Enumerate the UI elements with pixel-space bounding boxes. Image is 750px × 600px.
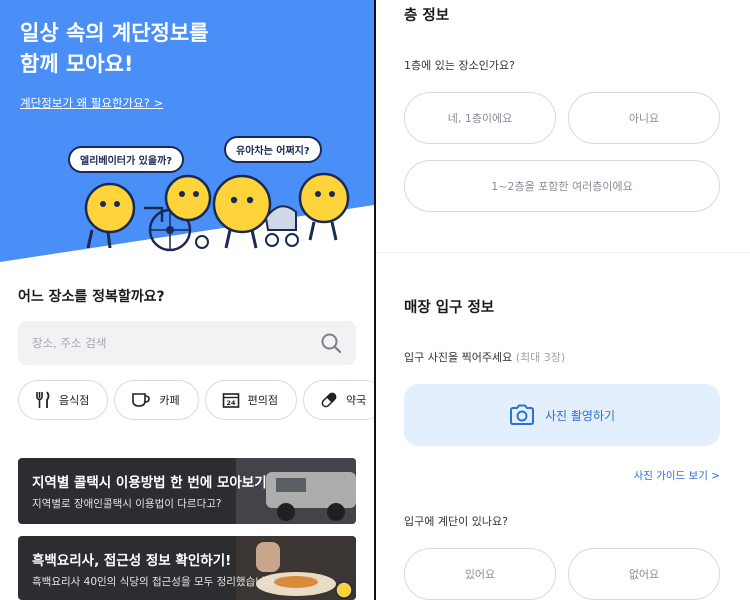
photo-limit-hint: (최대 3장) xyxy=(515,351,566,364)
entrance-info-heading: 매장 입구 정보 xyxy=(404,300,495,316)
floor-question: 1층에 있는 장소인가요? xyxy=(404,59,515,72)
option-has-stairs[interactable]: 있어요 xyxy=(404,548,556,600)
hero-title-line1: 일상 속의 계단정보를 xyxy=(20,21,209,45)
option-yes-first-floor[interactable]: 네, 1층이에요 xyxy=(404,92,556,144)
banner-title: 지역별 콜택시 이용방법 한 번에 모아보기 xyxy=(32,475,267,491)
main-screen: 일상 속의 계단정보를 함께 모아요! 계단정보가 왜 필요한가요? > 엘리베… xyxy=(0,0,374,600)
option-multi-floor[interactable]: 1~2층을 포함한 여러층이에요 xyxy=(404,160,720,212)
take-photo-button[interactable]: 사진 촬영하기 xyxy=(404,384,720,446)
convenience-store-icon: 24 xyxy=(222,393,239,408)
take-photo-label: 사진 촬영하기 xyxy=(544,408,616,423)
mascot-illustration xyxy=(84,172,350,252)
why-stairs-info-link[interactable]: 계단정보가 왜 필요한가요? > xyxy=(20,95,163,111)
search-input[interactable] xyxy=(32,321,312,365)
chip-label: 카페 xyxy=(159,394,180,407)
hero-title: 일상 속의 계단정보를 함께 모아요! xyxy=(20,18,209,80)
place-search-heading: 어느 장소를 정복할까요? xyxy=(18,289,165,305)
photo-guide-link[interactable]: 사진 가이드 보기 > xyxy=(634,468,720,483)
fork-knife-icon xyxy=(36,391,50,408)
floor-info-heading: 층 정보 xyxy=(404,8,450,24)
section-divider xyxy=(376,252,750,253)
svg-text:24: 24 xyxy=(226,399,236,407)
option-no[interactable]: 아니요 xyxy=(568,92,720,144)
option-no-stairs[interactable]: 없어요 xyxy=(568,548,720,600)
banner-photo xyxy=(236,536,356,600)
banner-subtitle: 흑백요리사 40인의 식당의 접근성을 모두 정리했습니다 xyxy=(32,576,275,588)
banner-calltaxi[interactable]: 지역별 콜택시 이용방법 한 번에 모아보기 지역별로 장애인콜택시 이용법이 … xyxy=(18,458,356,524)
chip-restaurant[interactable]: 음식점 xyxy=(18,380,109,420)
chip-label: 음식점 xyxy=(59,394,90,407)
chip-convenience-store[interactable]: 24 편의점 xyxy=(204,380,297,420)
speech-bubble-stroller: 유아차는 어쩌지? xyxy=(224,136,322,163)
banner-title: 흑백요리사, 접근성 정보 확인하기! xyxy=(32,553,232,569)
stairs-question: 입구에 계단이 있나요? xyxy=(404,515,508,528)
register-place-screen: 층 정보 1층에 있는 장소인가요? 네, 1층이에요 아니요 1~2층을 포함… xyxy=(376,0,750,600)
pill-icon xyxy=(321,392,337,408)
coffee-cup-icon xyxy=(132,393,151,407)
photo-prompt: 입구 사진을 찍어주세요 (최대 3장) xyxy=(404,349,565,365)
chip-label: 편의점 xyxy=(247,394,278,407)
chip-pharmacy[interactable]: 약국 xyxy=(303,380,374,420)
photo-prompt-text: 입구 사진을 찍어주세요 xyxy=(404,351,513,364)
hero-title-line2: 함께 모아요! xyxy=(20,52,134,76)
chip-cafe[interactable]: 카페 xyxy=(114,380,199,420)
banner-culinary-class-wars[interactable]: 흑백요리사, 접근성 정보 확인하기! 흑백요리사 40인의 식당의 접근성을 … xyxy=(18,536,356,600)
banner-photo xyxy=(236,458,356,524)
search-box xyxy=(18,321,356,365)
chip-label: 약국 xyxy=(346,394,367,407)
camera-icon xyxy=(509,404,534,425)
hero-banner: 일상 속의 계단정보를 함께 모아요! 계단정보가 왜 필요한가요? > 엘리베… xyxy=(0,0,374,262)
banner-subtitle: 지역별로 장애인콜택시 이용법이 다르다고? xyxy=(32,498,222,510)
category-chips: 음식점 카페 24 편의점 약국 xyxy=(18,380,374,422)
search-icon[interactable] xyxy=(320,332,342,354)
